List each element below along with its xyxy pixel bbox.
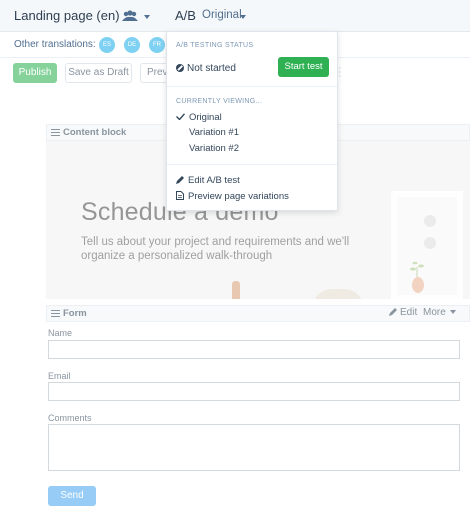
ab-test-dropdown: A/B TESTING STATUS Not started Start tes… xyxy=(166,31,338,211)
ab-status: Not started xyxy=(176,63,236,74)
ab-status-heading: A/B TESTING STATUS xyxy=(176,42,254,49)
preview-variations-label: Preview page variations xyxy=(188,191,289,202)
translations-label: Other translations: xyxy=(14,39,96,50)
preview-variations-link[interactable]: Preview page variations xyxy=(176,191,289,202)
variation-option-1[interactable]: Variation #1 xyxy=(189,127,239,138)
divider xyxy=(167,164,337,165)
translation-chip-de[interactable]: DE xyxy=(124,37,140,53)
edit-ab-test-label: Edit A/B test xyxy=(188,175,240,186)
chevron-down-icon[interactable] xyxy=(240,15,246,19)
ab-label: A/B xyxy=(175,8,196,23)
translation-chip-fr[interactable]: FR xyxy=(149,37,165,53)
check-icon xyxy=(176,113,185,120)
pencil-icon xyxy=(176,176,184,184)
ab-version-dropdown[interactable]: Original xyxy=(202,9,242,21)
start-test-button[interactable]: Start test xyxy=(278,57,329,77)
variation-option-2[interactable]: Variation #2 xyxy=(189,143,239,154)
divider xyxy=(167,86,337,87)
currently-viewing-heading: CURRENTLY VIEWING... xyxy=(176,98,263,105)
page-title: Landing page (en) xyxy=(14,8,120,23)
edit-ab-test-link[interactable]: Edit A/B test xyxy=(176,175,240,186)
document-icon xyxy=(176,191,184,200)
ab-status-value: Not started xyxy=(187,63,236,74)
top-header: Landing page (en) A/B Original xyxy=(0,0,470,32)
not-started-icon xyxy=(176,64,184,72)
variation-option-original[interactable]: Original xyxy=(189,112,222,123)
users-icon[interactable] xyxy=(121,9,151,23)
translation-chip-es[interactable]: ES xyxy=(99,37,115,53)
